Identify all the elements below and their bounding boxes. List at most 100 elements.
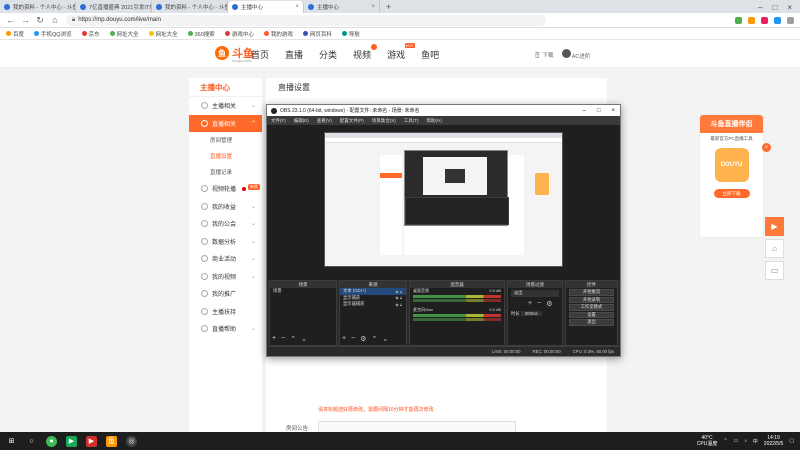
back-icon[interactable]: ← [6, 15, 15, 25]
bookmark[interactable]: 游戏中心 [224, 30, 254, 38]
menu-edit[interactable]: 编辑(E) [294, 118, 309, 124]
volume-slider[interactable] [413, 318, 501, 321]
remove-icon[interactable]: − [537, 300, 541, 308]
browser-tab-active[interactable]: 主播中心 × [228, 1, 304, 13]
sidebar-sub-live-settings[interactable]: 直播设置 [189, 148, 262, 164]
start-recording-button[interactable]: 开始录制 [569, 296, 614, 303]
menu-scene-collection[interactable]: 场景集合(S) [372, 118, 396, 124]
gear-icon[interactable]: ⚙ [360, 335, 366, 343]
screen-icon[interactable]: ▭ [765, 261, 784, 280]
duration-field[interactable]: 时长 300ms [508, 311, 562, 318]
nav-yuba[interactable]: 鱼吧 [421, 48, 439, 61]
sidebar-sub-room[interactable]: 房间管理 [189, 132, 262, 148]
menu-profile[interactable]: 配置文件(P) [340, 118, 364, 124]
url-input[interactable]: 🔒︎ https://mp.douyu.com/live/main [66, 14, 546, 26]
minimize-icon[interactable]: – [758, 3, 762, 12]
extension-icon[interactable] [774, 16, 781, 24]
close-icon[interactable]: × [295, 4, 299, 10]
bookmark[interactable]: 导航 [341, 30, 360, 38]
move-up-icon[interactable]: ⌃ [371, 335, 377, 343]
forward-icon[interactable]: → [21, 15, 30, 25]
new-tab-button[interactable]: + [380, 1, 397, 13]
sidebar-item-video-rotation[interactable]: 视频轮播 新版 [189, 180, 262, 198]
announcement-textarea[interactable] [318, 421, 516, 432]
menu-icon[interactable] [787, 16, 794, 24]
move-up-icon[interactable]: ⌃ [290, 335, 296, 343]
eye-icon[interactable]: ◉ 🔒︎ [395, 302, 402, 307]
close-window-icon[interactable]: × [611, 108, 615, 114]
menu-view[interactable]: 查看(V) [317, 118, 332, 124]
sidebar-item-income[interactable]: 我的收益 ⌄ [189, 198, 262, 216]
nav-live[interactable]: 直播 [285, 48, 303, 61]
nav-game[interactable]: 游戏 HOT [387, 43, 416, 61]
nav-video[interactable]: 视频 [353, 44, 378, 61]
obs-app-icon[interactable]: ◎ [126, 435, 137, 447]
bookmark[interactable]: 网址大全 [148, 30, 178, 38]
bookmark[interactable]: 网址大全 [109, 30, 139, 38]
scene-item[interactable]: 场景 [270, 288, 336, 295]
extension-icon[interactable] [735, 16, 742, 24]
menu-help[interactable]: 帮助(H) [427, 118, 442, 124]
sidebar-item-promotion[interactable]: 我的推广 [189, 285, 262, 303]
maximize-icon[interactable]: □ [772, 3, 777, 12]
menu-tools[interactable]: 工具(T) [404, 118, 419, 124]
bookmark[interactable]: 我的游戏 [263, 30, 293, 38]
video-app-icon[interactable]: ▶ [86, 435, 97, 447]
network-icon[interactable]: ▭ [734, 438, 739, 444]
add-icon[interactable]: + [342, 335, 346, 343]
extension-icon[interactable] [761, 16, 768, 24]
chevron-up-icon[interactable]: ⌃ [723, 438, 727, 444]
search-icon[interactable]: ○ [26, 436, 37, 447]
nav-category[interactable]: 分类 [319, 48, 337, 61]
windows-start-icon[interactable]: ⊞ [6, 436, 17, 447]
gear-icon[interactable]: ⚙ [546, 300, 552, 308]
reload-icon[interactable]: ↻ [36, 15, 44, 26]
exit-button[interactable]: 退出 [569, 319, 614, 326]
studio-mode-button[interactable]: 工作室模式 [569, 304, 614, 311]
browser-tab[interactable]: 我的资料 - 个人中心 - 斗鱼× [0, 1, 76, 13]
bookmark[interactable]: 京东 [81, 30, 100, 38]
browser-tab[interactable]: 主播中心 × [304, 1, 380, 13]
sidebar-item-business[interactable]: 商业活动 ⌄ [189, 250, 262, 268]
transition-select[interactable]: 淡出 [511, 290, 559, 297]
settings-button[interactable]: 设置 [569, 311, 614, 318]
start-streaming-button[interactable]: 开始推流 [569, 289, 614, 296]
remove-icon[interactable]: − [351, 335, 355, 343]
browser-app-icon[interactable]: ● [46, 435, 57, 447]
add-icon[interactable]: + [528, 300, 532, 308]
sidebar-item-help[interactable]: 直播帮助 ⌄ [189, 320, 262, 338]
sidebar-item-my-video[interactable]: 我的视频 ⌄ [189, 268, 262, 286]
home-icon[interactable]: ⌂ [51, 15, 59, 25]
volume-slider[interactable] [413, 299, 501, 302]
remove-icon[interactable]: − [281, 335, 285, 343]
move-down-icon[interactable]: ⌄ [382, 335, 388, 343]
browser-tab[interactable]: 7亿直播盛典 2021引发IT热× [76, 1, 152, 13]
clock[interactable]: 14:19 2022/5/5 [764, 435, 783, 447]
browser-tab[interactable]: 我的资料 - 个人中心 - 斗鱼× [152, 1, 228, 13]
volume-icon[interactable]: ♪ [744, 438, 747, 444]
sidebar-item-support[interactable]: 主播扶持 [189, 303, 262, 321]
add-icon[interactable]: + [272, 335, 276, 343]
close-icon[interactable]: × [762, 143, 771, 152]
companion-ad[interactable]: 斗鱼直播伴侣 最新官方PC直播工具 DOUYU 立即下载 [699, 114, 764, 238]
bookmark[interactable]: 360搜索 [187, 30, 215, 38]
extension-icon[interactable] [748, 16, 755, 24]
sidebar-item-analytics[interactable]: 数据分析 ⌄ [189, 233, 262, 251]
minimize-icon[interactable]: – [583, 108, 586, 114]
download-now-button[interactable]: 立即下载 [713, 189, 750, 198]
media-app-icon[interactable]: ▶ [66, 435, 77, 447]
sidebar-sub-live-record[interactable]: 直播记录 [189, 164, 262, 180]
move-down-icon[interactable]: ⌄ [301, 335, 307, 343]
eye-icon[interactable]: ◉ 🔒︎ [395, 289, 402, 294]
close-window-icon[interactable]: × [787, 3, 792, 12]
bookmark[interactable]: 手机QQ浏览 [34, 30, 72, 38]
sidebar-item-anchor[interactable]: 主播相关 ⌄ [189, 97, 262, 115]
maximize-icon[interactable]: □ [597, 108, 601, 114]
download-link[interactable]: 📱︎ 下载 [534, 51, 554, 59]
nav-home[interactable]: 首页 [251, 48, 269, 61]
close-icon[interactable]: × [371, 4, 375, 10]
bookmark[interactable]: 网页百科 [302, 30, 332, 38]
ime-icon[interactable]: 中 [753, 438, 758, 445]
menu-file[interactable]: 文件(F) [271, 118, 286, 124]
user-menu[interactable]: AC进阶 [561, 49, 590, 60]
